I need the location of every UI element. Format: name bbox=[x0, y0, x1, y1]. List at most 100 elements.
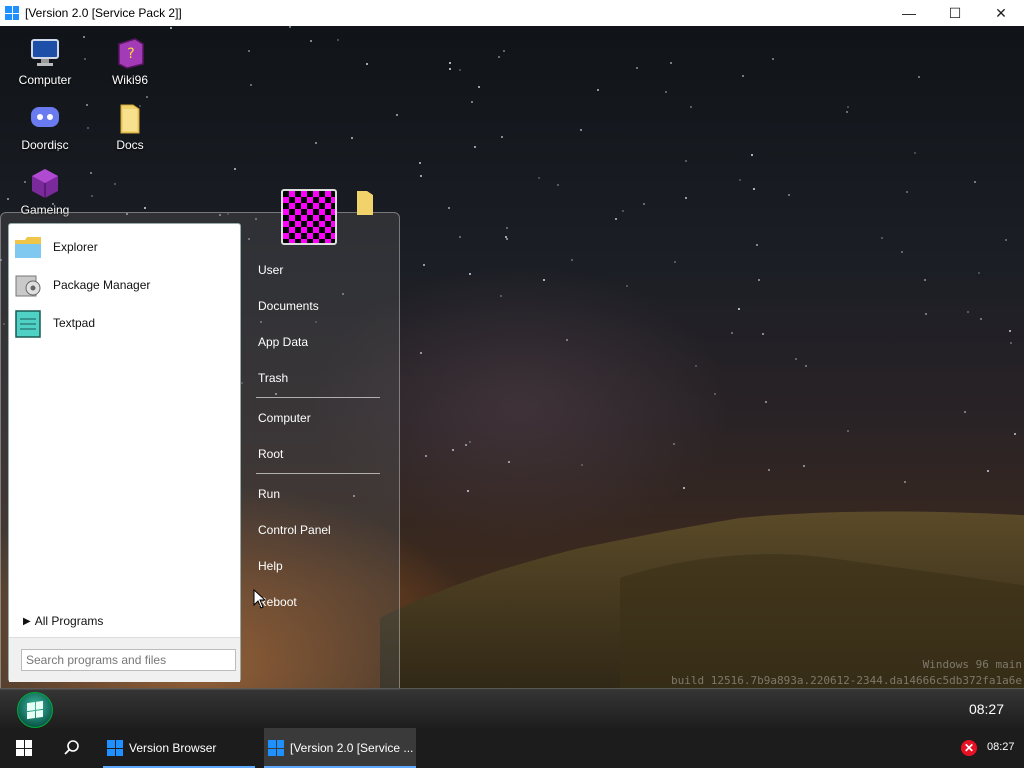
start-link-documents[interactable]: Documents bbox=[258, 299, 319, 313]
star bbox=[683, 487, 685, 489]
inner-taskbar: 08:27 bbox=[0, 688, 1024, 729]
star bbox=[751, 154, 753, 156]
star bbox=[643, 203, 645, 205]
star bbox=[674, 261, 676, 263]
host-start-button[interactable] bbox=[0, 728, 48, 768]
star bbox=[337, 39, 339, 41]
build-watermark-line1: Windows 96 main bbox=[922, 658, 1022, 671]
star bbox=[714, 393, 716, 395]
windows-flag-icon bbox=[27, 700, 43, 720]
windows-logo-icon bbox=[268, 740, 284, 756]
star bbox=[974, 181, 976, 183]
star bbox=[742, 75, 744, 77]
start-divider bbox=[256, 397, 380, 398]
close-button[interactable]: ✕ bbox=[978, 0, 1024, 26]
start-link-control-panel[interactable]: Control Panel bbox=[258, 523, 331, 537]
star bbox=[114, 183, 116, 185]
star bbox=[967, 311, 969, 313]
star bbox=[847, 106, 849, 108]
star bbox=[449, 62, 451, 64]
star bbox=[557, 184, 559, 186]
desktop-icon-wiki96[interactable]: ? Wiki96 bbox=[90, 36, 170, 87]
start-link-user[interactable]: User bbox=[258, 263, 283, 277]
star bbox=[170, 27, 172, 29]
all-programs-button[interactable]: ▶ All Programs bbox=[23, 614, 103, 628]
star bbox=[471, 101, 473, 103]
star bbox=[924, 279, 926, 281]
star bbox=[448, 207, 450, 209]
start-orb-button[interactable] bbox=[17, 692, 53, 728]
star bbox=[847, 430, 849, 432]
star bbox=[90, 172, 92, 174]
star bbox=[501, 136, 503, 138]
triangle-right-icon: ▶ bbox=[23, 615, 31, 627]
star bbox=[636, 67, 638, 69]
host-search-button[interactable] bbox=[48, 728, 96, 768]
star bbox=[695, 365, 697, 367]
taskbar-item-version-browser[interactable]: Version Browser bbox=[103, 728, 255, 768]
computer-icon bbox=[28, 36, 62, 70]
maximize-button[interactable]: ☐ bbox=[932, 0, 978, 26]
windows-logo-icon bbox=[107, 740, 123, 756]
star bbox=[805, 365, 807, 367]
star bbox=[597, 89, 599, 91]
star bbox=[506, 227, 508, 229]
start-item-package-manager[interactable]: Package Manager bbox=[13, 268, 235, 302]
minimize-button[interactable]: — bbox=[886, 0, 932, 26]
user-avatar[interactable] bbox=[281, 189, 337, 245]
star bbox=[731, 332, 733, 334]
folder-icon bbox=[113, 101, 147, 135]
start-link-root[interactable]: Root bbox=[258, 447, 283, 461]
window-title: [Version 2.0 [Service Pack 2]] bbox=[25, 6, 182, 20]
star bbox=[420, 352, 422, 354]
star bbox=[758, 279, 760, 281]
desktop-icon-gameing[interactable]: Gameing bbox=[5, 166, 85, 217]
chat-bubble-icon bbox=[28, 101, 62, 135]
start-link-app-data[interactable]: App Data bbox=[258, 335, 308, 349]
star bbox=[615, 218, 617, 220]
star bbox=[478, 86, 480, 88]
star bbox=[87, 127, 89, 129]
star bbox=[469, 273, 471, 275]
star bbox=[498, 56, 500, 58]
taskbar-item-version-2[interactable]: [Version 2.0 [Service ... bbox=[264, 728, 416, 768]
star bbox=[685, 197, 687, 199]
host-clock[interactable]: 08:27 bbox=[987, 741, 1015, 753]
star bbox=[914, 152, 916, 154]
star bbox=[1014, 433, 1016, 435]
start-link-trash[interactable]: Trash bbox=[258, 371, 288, 385]
desktop-icon-docs[interactable]: Docs bbox=[90, 101, 170, 152]
start-item-textpad[interactable]: Textpad bbox=[13, 306, 235, 340]
star bbox=[673, 443, 675, 445]
start-link-run[interactable]: Run bbox=[258, 487, 280, 501]
svg-text:?: ? bbox=[127, 46, 134, 62]
search-input[interactable] bbox=[21, 649, 236, 671]
star bbox=[86, 104, 88, 106]
star bbox=[144, 207, 146, 209]
star bbox=[756, 244, 758, 246]
start-item-explorer[interactable]: Explorer bbox=[13, 230, 235, 264]
build-watermark-line2: build 12516.7b9a893a.220612-2344.da14666… bbox=[671, 674, 1022, 687]
desktop-icon-computer[interactable]: Computer bbox=[5, 36, 85, 87]
star bbox=[452, 449, 454, 451]
star bbox=[315, 142, 317, 144]
error-tray-icon[interactable]: ✕ bbox=[961, 740, 977, 756]
star bbox=[506, 238, 508, 240]
window-titlebar: [Version 2.0 [Service Pack 2]] — ☐ ✕ bbox=[0, 0, 1024, 26]
desktop-icon-doordisc[interactable]: Doordisc bbox=[5, 101, 85, 152]
start-link-help[interactable]: Help bbox=[258, 559, 283, 573]
folder-icon bbox=[353, 189, 377, 217]
star bbox=[459, 236, 461, 238]
star bbox=[469, 441, 471, 443]
star bbox=[987, 470, 989, 472]
star bbox=[670, 62, 672, 64]
start-link-computer[interactable]: Computer bbox=[258, 411, 311, 425]
star bbox=[580, 129, 582, 131]
star bbox=[901, 251, 903, 253]
package-manager-icon bbox=[13, 270, 43, 300]
star bbox=[1010, 342, 1012, 344]
help-book-icon: ? bbox=[113, 36, 147, 70]
explorer-folder-icon bbox=[13, 232, 43, 262]
star bbox=[788, 194, 790, 196]
start-menu: Explorer Package Manager Textpad ▶ All P… bbox=[0, 189, 400, 690]
